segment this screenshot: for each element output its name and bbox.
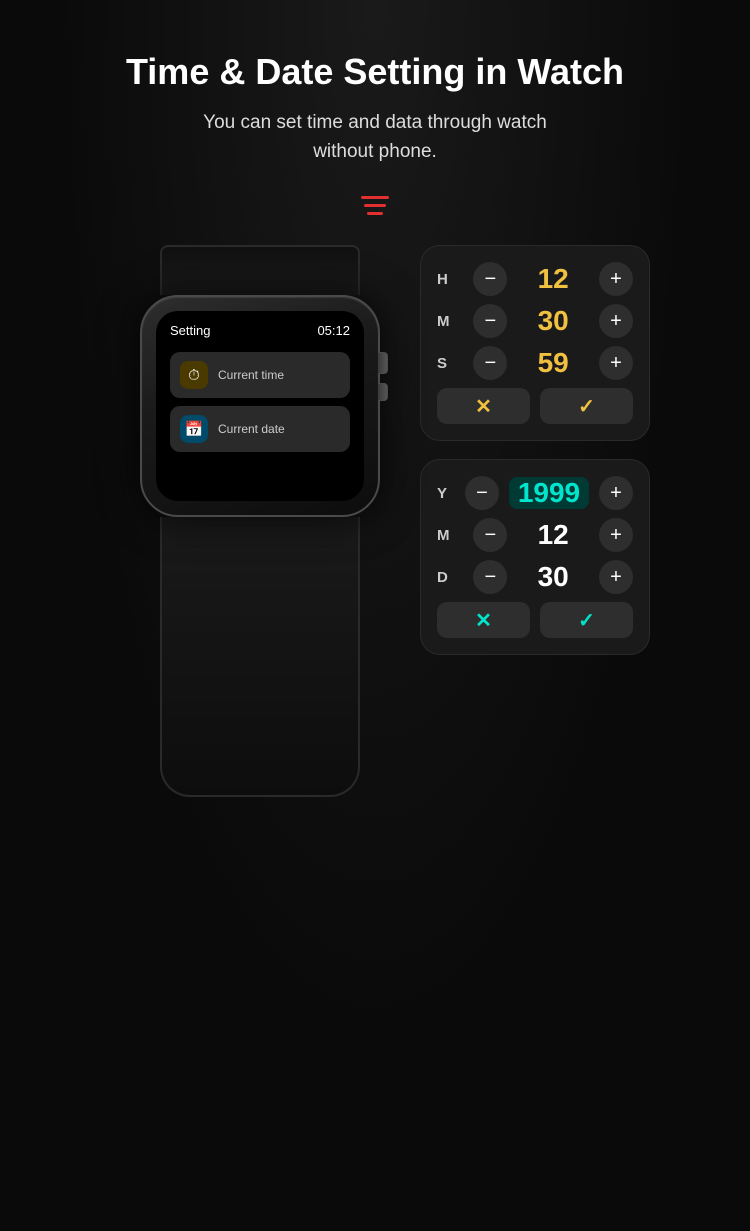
date-setting-panel: Y − 1999 + M − 12 + D − 30 +: [420, 459, 650, 655]
seconds-label: S: [437, 355, 455, 372]
seconds-minus-button[interactable]: −: [473, 346, 507, 380]
watch-container: Setting 05:12 ⏱ Current time 📅 Current d…: [100, 245, 420, 797]
month-label: M: [437, 527, 455, 544]
date-confirm-button[interactable]: ✓: [540, 602, 633, 638]
seconds-plus-button[interactable]: +: [599, 346, 633, 380]
time-row-hours: H − 12 +: [437, 262, 633, 296]
time-panel-actions: ✕ ✓: [437, 388, 633, 424]
watch-crown-button-1[interactable]: [378, 352, 388, 374]
confirm-check-icon: ✓: [578, 394, 595, 419]
hours-plus-button[interactable]: +: [599, 262, 633, 296]
day-plus-button[interactable]: +: [599, 560, 633, 594]
year-minus-button[interactable]: −: [465, 476, 499, 510]
watch-menu-item-time[interactable]: ⏱ Current time: [170, 352, 350, 398]
menu-line-2: [364, 204, 386, 207]
time-setting-panel: H − 12 + M − 30 + S − 59 +: [420, 245, 650, 441]
watch-band-top-wrap: [160, 245, 360, 295]
date-row-month: M − 12 +: [437, 518, 633, 552]
panels-column: H − 12 + M − 30 + S − 59 +: [420, 245, 650, 655]
watch-crown-button-2[interactable]: [378, 383, 388, 401]
menu-icon: [361, 196, 389, 215]
menu-line-3: [367, 212, 383, 215]
watch-body: Setting 05:12 ⏱ Current time 📅 Current d…: [140, 295, 380, 517]
month-minus-button[interactable]: −: [473, 518, 507, 552]
header-section: Time & Date Setting in Watch You can set…: [86, 50, 664, 166]
watch-screen: Setting 05:12 ⏱ Current time 📅 Current d…: [156, 311, 364, 501]
watch-menu-item-date[interactable]: 📅 Current date: [170, 406, 350, 452]
subtitle: You can set time and data through watchw…: [126, 109, 624, 166]
time-confirm-button[interactable]: ✓: [540, 388, 633, 424]
year-label: Y: [437, 485, 455, 502]
seconds-value: 59: [526, 347, 581, 379]
day-label: D: [437, 569, 455, 586]
date-row-day: D − 30 +: [437, 560, 633, 594]
page-container: Time & Date Setting in Watch You can set…: [0, 0, 750, 1231]
hours-value: 12: [526, 263, 581, 295]
minutes-plus-button[interactable]: +: [599, 304, 633, 338]
date-panel-actions: ✕ ✓: [437, 602, 633, 638]
setting-label: Setting: [170, 323, 210, 338]
minutes-value: 30: [526, 305, 581, 337]
hours-minus-button[interactable]: −: [473, 262, 507, 296]
current-date-icon: 📅: [180, 415, 208, 443]
date-cancel-x-icon: ✕: [475, 608, 492, 633]
day-minus-button[interactable]: −: [473, 560, 507, 594]
current-time-icon: ⏱: [180, 361, 208, 389]
time-cancel-button[interactable]: ✕: [437, 388, 530, 424]
date-confirm-check-icon: ✓: [578, 608, 595, 633]
current-time-label: Current time: [218, 368, 284, 382]
date-row-year: Y − 1999 +: [437, 476, 633, 510]
menu-line-1: [361, 196, 389, 199]
day-value: 30: [526, 561, 581, 593]
watch-band-top: [160, 245, 360, 295]
watch-screen-header: Setting 05:12: [170, 323, 350, 338]
time-row-minutes: M − 30 +: [437, 304, 633, 338]
month-plus-button[interactable]: +: [599, 518, 633, 552]
month-value: 12: [526, 519, 581, 551]
hours-label: H: [437, 271, 455, 288]
year-plus-button[interactable]: +: [599, 476, 633, 510]
cancel-x-icon: ✕: [475, 394, 492, 419]
time-row-seconds: S − 59 +: [437, 346, 633, 380]
minutes-label: M: [437, 313, 455, 330]
main-content: Setting 05:12 ⏱ Current time 📅 Current d…: [0, 235, 750, 797]
watch-band-bottom: [160, 517, 360, 797]
minutes-minus-button[interactable]: −: [473, 304, 507, 338]
date-cancel-button[interactable]: ✕: [437, 602, 530, 638]
page-title: Time & Date Setting in Watch: [126, 50, 624, 93]
watch-time-display: 05:12: [317, 323, 350, 338]
year-value: 1999: [509, 477, 589, 509]
current-date-label: Current date: [218, 422, 285, 436]
